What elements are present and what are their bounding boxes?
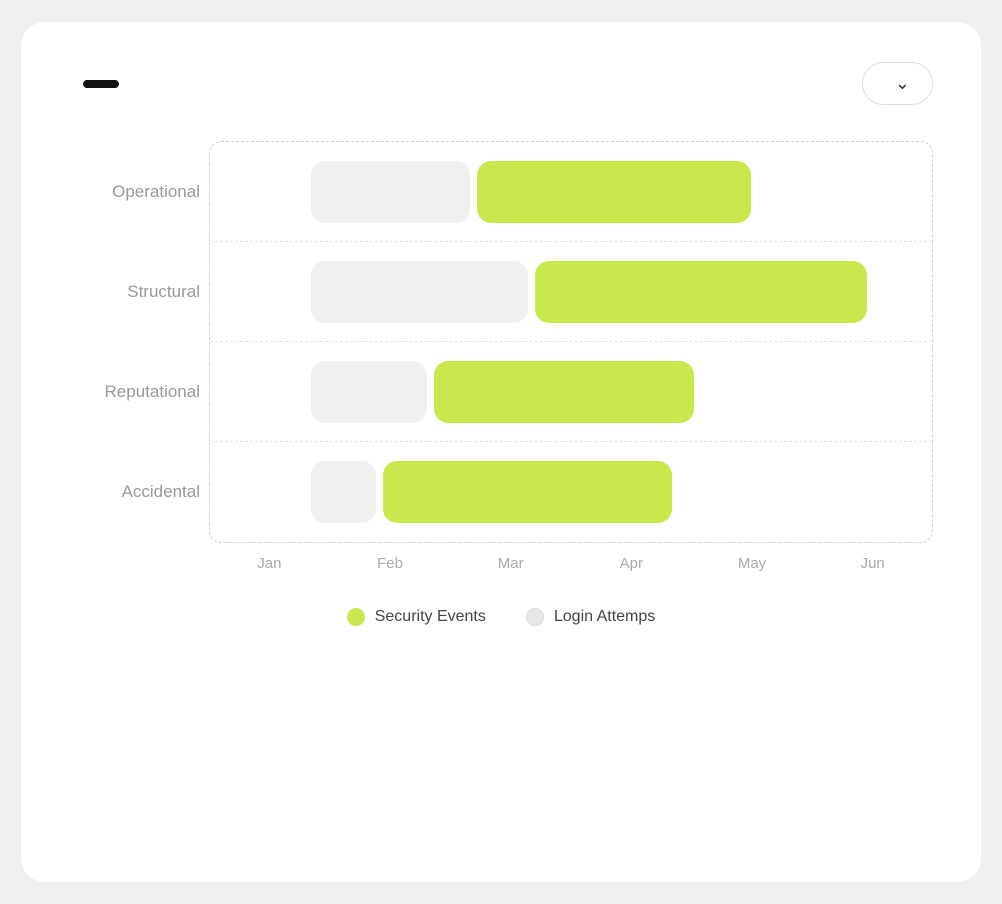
x-axis-label: May [692,555,813,572]
row-label: Structural [70,282,200,302]
time-selector-button[interactable]: ⌄ [862,62,933,105]
chart-area: OperationalStructuralReputationalAcciden… [69,141,933,572]
chart-grid: OperationalStructuralReputationalAcciden… [209,141,933,543]
chart-row: Structural [210,242,932,342]
x-axis-label: Apr [571,555,692,572]
chart-row: Accidental [210,442,932,542]
x-axis-label: Jun [812,555,933,572]
x-axis-label: Jan [209,555,330,572]
new-badge [83,80,119,88]
green-bar [477,161,751,223]
row-label: Accidental [70,482,200,502]
row-label: Operational [70,182,200,202]
legend-label: Login Attemps [554,608,655,626]
legend-label: Security Events [375,608,486,626]
legend-dot-green [347,608,365,626]
legend: Security Events Login Attemps [69,608,933,626]
gray-bar [311,261,528,323]
chart-row: Operational [210,142,932,242]
title-group [69,80,119,88]
chevron-down-icon: ⌄ [895,73,910,94]
green-bar [383,461,672,523]
x-axis-label: Feb [330,555,451,572]
green-bar [434,361,694,423]
gray-bar [311,361,427,423]
legend-item: Login Attemps [526,608,655,626]
x-axis-label: Mar [450,555,571,572]
gray-bar [311,461,376,523]
x-axis: JanFebMarAprMayJun [209,555,933,572]
green-bar [535,261,867,323]
header-row: ⌄ [69,62,933,105]
dashboard-card: ⌄ OperationalStructuralReputationalAccid… [21,22,981,882]
row-label: Reputational [70,382,200,402]
chart-row: Reputational [210,342,932,442]
legend-dot-gray [526,608,544,626]
legend-item: Security Events [347,608,486,626]
gray-bar [311,161,470,223]
